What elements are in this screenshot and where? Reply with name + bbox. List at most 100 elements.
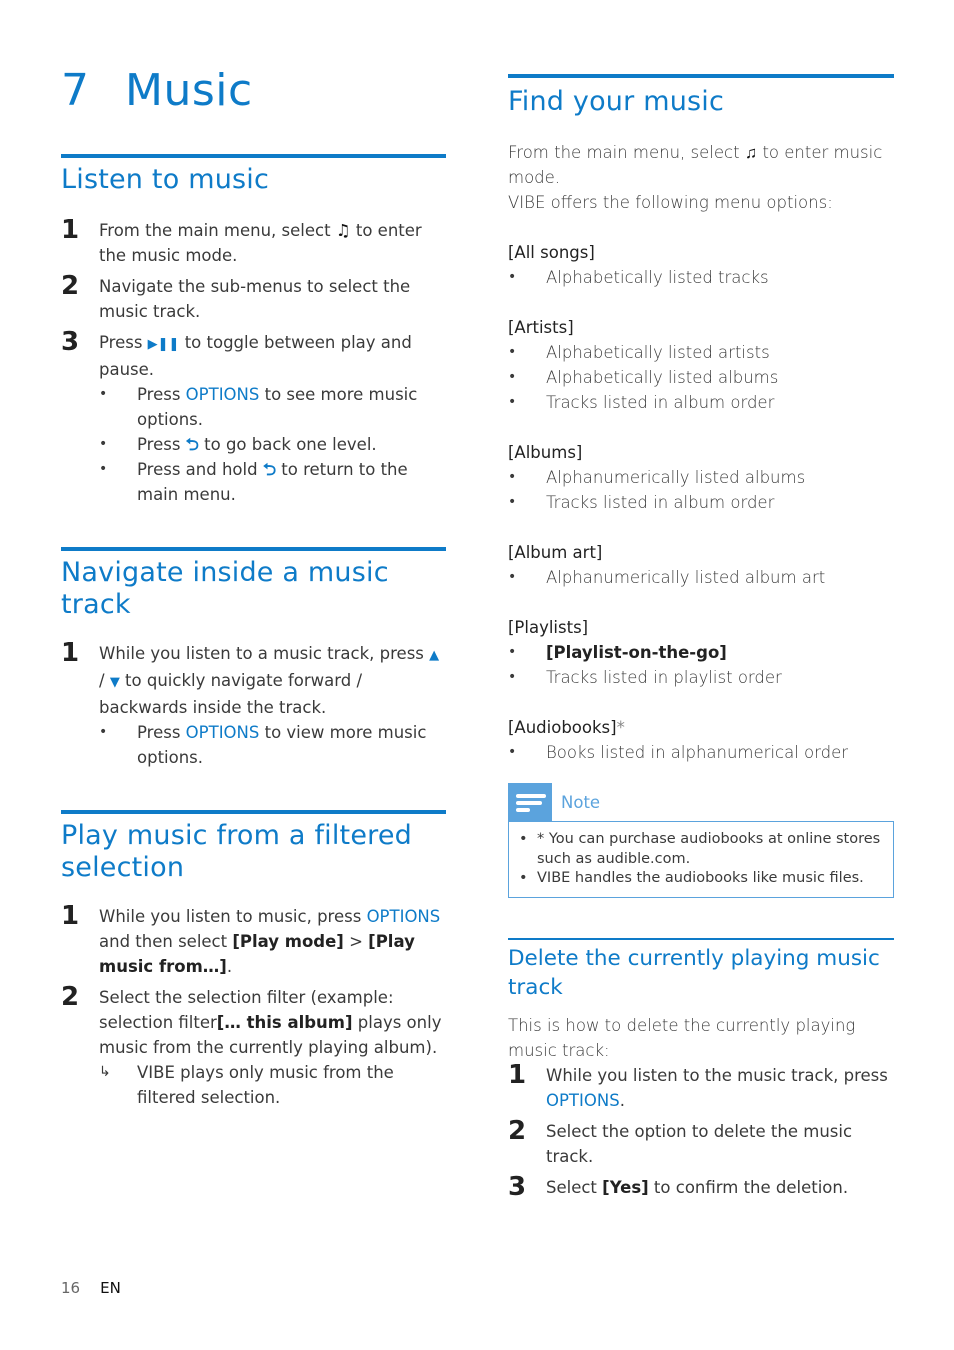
- down-arrow-icon: ▼: [109, 675, 120, 690]
- menu-option-item-text: Tracks listed in album order: [546, 393, 775, 412]
- section-delete: Delete the currently playing music track…: [508, 937, 894, 1202]
- right-column: Find your music From the main menu, sele…: [508, 74, 894, 1202]
- step-1: 1 While you listen to the music track, p…: [508, 1060, 894, 1113]
- menu-option-item-text: Alphanumerically listed albums: [546, 468, 806, 487]
- bullet-text: to go back one level.: [198, 435, 377, 454]
- menu-option-name: [Artists]: [508, 318, 574, 337]
- step-1: 1 While you listen to music, press OPTIO…: [61, 901, 446, 979]
- bullet-icon: •: [99, 386, 108, 402]
- back-icon: ⮌: [262, 460, 277, 479]
- section-listen: Listen to music 1 From the main menu, se…: [61, 154, 446, 507]
- menu-option-group: [Artists] • Alphabetically listed artists •…: [508, 315, 894, 415]
- step-text: to quickly navigate forward / backwards …: [99, 671, 363, 717]
- bullet-icon: •: [508, 344, 517, 360]
- step-text: to confirm the deletion.: [648, 1177, 849, 1197]
- note-text: * You can purchase audiobooks at online …: [537, 831, 881, 867]
- step-text: Press: [99, 333, 148, 352]
- section-rule: [61, 154, 446, 158]
- bullet-icon: •: [508, 269, 517, 285]
- menu-item-yes: [Yes]: [602, 1177, 649, 1197]
- music-note-icon: ♫: [744, 143, 758, 162]
- bullet-item: • Press OPTIONS to see more music option…: [99, 382, 446, 432]
- menu-option-name: [All songs]: [508, 243, 595, 262]
- menu-option-group: [Playlists] • [Playlist-on-the-go] • Tracks …: [508, 615, 894, 690]
- menu-option-item: • Tracks listed in album order: [508, 490, 894, 515]
- bullet-icon: •: [508, 469, 517, 485]
- find-intro-2: VIBE offers the following menu options:: [508, 193, 833, 212]
- chapter-number: 7: [61, 65, 90, 116]
- menu-option-item-text: Tracks listed in playlist order: [546, 668, 782, 687]
- step-number: 3: [508, 1171, 527, 1202]
- step-3: 3 Press ▶❚❚ to toggle between play and p…: [61, 327, 446, 382]
- menu-option-item: • Alphabetically listed albums: [508, 365, 894, 390]
- section-title: Find your music: [508, 86, 725, 117]
- options-key: OPTIONS: [185, 723, 260, 742]
- step-1: 1 While you listen to a music track, pre…: [61, 638, 446, 720]
- left-column: 7 Music Listen to music 1 From the main m…: [61, 60, 446, 1110]
- options-key: OPTIONS: [366, 907, 441, 926]
- step-text: and then select: [99, 932, 233, 951]
- page-number: 16: [61, 1279, 81, 1297]
- page-footer: 16 EN: [61, 1279, 121, 1297]
- step-number: 2: [61, 271, 80, 301]
- bullet-icon: •: [99, 724, 108, 740]
- step-text: Navigate the sub-menus to select the mus…: [99, 277, 411, 321]
- delete-intro: This is how to delete the currently play…: [508, 1015, 856, 1060]
- options-key: OPTIONS: [546, 1090, 620, 1110]
- menu-option-item: • Tracks listed in album order: [508, 390, 894, 415]
- menu-option-item: • Alphabetically listed tracks: [508, 265, 894, 290]
- menu-option-name: [Album art]: [508, 543, 603, 562]
- menu-option-header: [Albums]: [508, 440, 894, 465]
- step-1: 1 From the main menu, select ♫ to enter …: [61, 215, 446, 268]
- menu-option-item-text: Alphabetically listed albums: [546, 368, 779, 387]
- chapter-title: 7 Music: [61, 60, 446, 122]
- up-arrow-icon: ▲: [429, 648, 440, 663]
- menu-option-item: • Tracks listed in playlist order: [508, 665, 894, 690]
- menu-item-play-mode: [Play mode]: [232, 932, 344, 951]
- step-text: .: [619, 1090, 625, 1110]
- note-label: Note: [561, 792, 601, 812]
- note-text: VIBE handles the audiobooks like music f…: [537, 870, 864, 886]
- bullet-item: • Press OPTIONS to view more music optio…: [99, 720, 446, 770]
- step-number: 3: [61, 327, 80, 357]
- asterisk-mark: *: [616, 718, 625, 737]
- result-arrow-icon: ↳: [99, 1064, 111, 1080]
- step-number: 1: [61, 638, 80, 668]
- step-text: While you listen to a music track, press: [99, 644, 430, 663]
- menu-option-item-text: Books listed in alphanumerical order: [546, 743, 849, 762]
- section-rule: [508, 74, 894, 78]
- note-item: • VIBE handles the audiobooks like music …: [519, 869, 883, 889]
- menu-option-group: [Album art] • Alphanumerically listed albu…: [508, 540, 894, 590]
- menu-option-item: • Books listed in alphanumerical order: [508, 740, 894, 765]
- bullet-text: Press: [137, 435, 186, 454]
- bullet-icon: •: [508, 669, 517, 685]
- step-2: 2 Select the option to delete the music …: [508, 1116, 894, 1169]
- result-text: VIBE plays only music from the filtered …: [137, 1063, 394, 1107]
- step-number: 1: [61, 215, 80, 245]
- music-note-icon: ♫: [335, 221, 351, 240]
- bullet-icon: •: [508, 369, 517, 385]
- menu-option-name: [Albums]: [508, 443, 583, 462]
- result-item: ↳ VIBE plays only music from the filtere…: [99, 1060, 446, 1110]
- step-number: 2: [61, 982, 80, 1012]
- language-code: EN: [100, 1279, 121, 1297]
- menu-option-header: [Audiobooks]*: [508, 715, 894, 740]
- section-title: Delete the currently playing music track: [508, 945, 880, 1000]
- menu-option-item-text: Alphanumerically listed album art: [546, 568, 826, 587]
- bullet-item: • Press and hold ⮌ to return to the main…: [99, 457, 446, 507]
- step-text: Select the option to delete the music tr…: [546, 1121, 853, 1166]
- section-rule: [508, 937, 894, 940]
- bullet-icon: •: [508, 494, 517, 510]
- menu-item-this-album: [… this album]: [216, 1013, 353, 1032]
- menu-option-group: [Albums] • Alphanumerically listed albums •…: [508, 440, 894, 515]
- step-text: /: [99, 671, 110, 690]
- bullet-icon: •: [508, 569, 517, 585]
- menu-option-header: [Artists]: [508, 315, 894, 340]
- bullet-icon: •: [519, 831, 528, 847]
- step-text: While you listen to music, press: [99, 907, 367, 926]
- intro-text: From the main menu, select: [508, 143, 745, 162]
- menu-option-item: • Alphanumerically listed album art: [508, 565, 894, 590]
- bullet-icon: •: [99, 461, 108, 477]
- play-pause-icon: ▶❚❚: [147, 337, 180, 352]
- menu-option-name: [Playlists]: [508, 618, 589, 637]
